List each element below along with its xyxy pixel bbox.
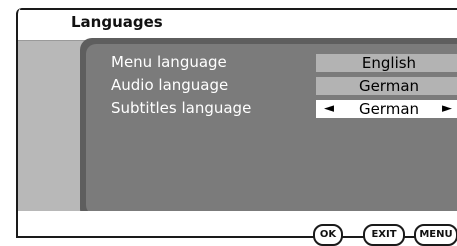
ok-button[interactable]: OK [313, 224, 343, 246]
menu-language-value[interactable]: English [316, 54, 457, 72]
subtitles-language-selector[interactable]: ◄ German ► [316, 100, 457, 118]
menu-language-label: Menu language [111, 53, 227, 71]
exit-button[interactable]: EXIT [363, 224, 405, 246]
page-title: Languages [71, 13, 163, 31]
subtitles-language-label: Subtitles language [111, 99, 252, 117]
frame-top-border [20, 8, 457, 10]
audio-language-label: Audio language [111, 76, 229, 94]
audio-language-value[interactable]: German [316, 77, 457, 95]
subtitles-language-value: German [358, 100, 420, 118]
arrow-left-icon[interactable]: ◄ [324, 100, 334, 118]
settings-panel: Menu language English Audio language Ger… [80, 38, 457, 221]
arrow-right-icon[interactable]: ► [442, 100, 452, 118]
menu-button[interactable]: MENU [414, 224, 457, 246]
